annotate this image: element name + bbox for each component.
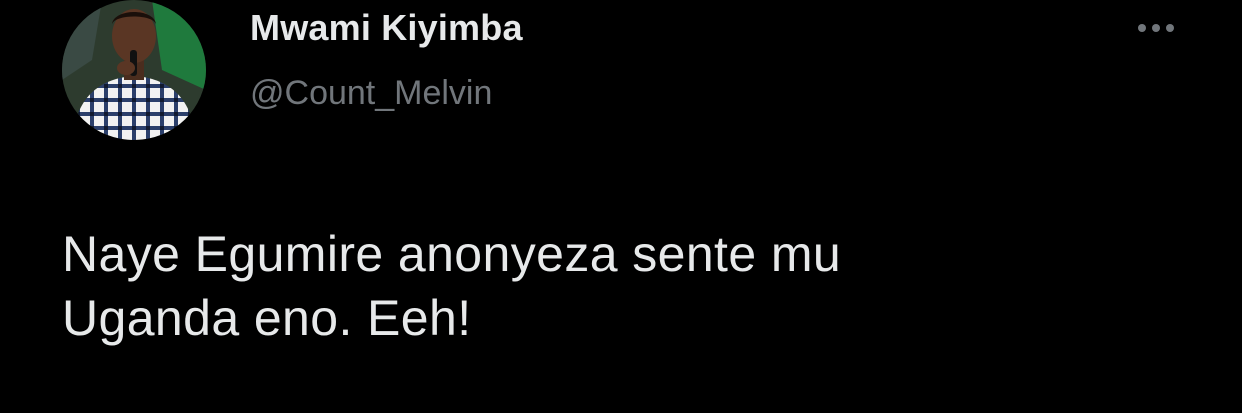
author-names: Mwami Kiyimba @Count_Melvin	[250, 6, 523, 114]
more-options-button[interactable]	[1124, 10, 1188, 46]
more-horizontal-icon-dot-3	[1166, 24, 1174, 32]
tweet-card[interactable]: Mwami Kiyimba @Count_Melvin Naye Egumire…	[0, 0, 1242, 413]
more-horizontal-icon	[1138, 24, 1146, 32]
author-handle[interactable]: @Count_Melvin	[250, 72, 523, 114]
avatar-photo-icon	[62, 0, 206, 140]
more-horizontal-icon-dot-2	[1152, 24, 1160, 32]
author-avatar[interactable]	[62, 0, 206, 140]
author-display-name[interactable]: Mwami Kiyimba	[250, 6, 523, 50]
tweet-body-text: Naye Egumire anonyeza sente mu Uganda en…	[62, 226, 842, 346]
